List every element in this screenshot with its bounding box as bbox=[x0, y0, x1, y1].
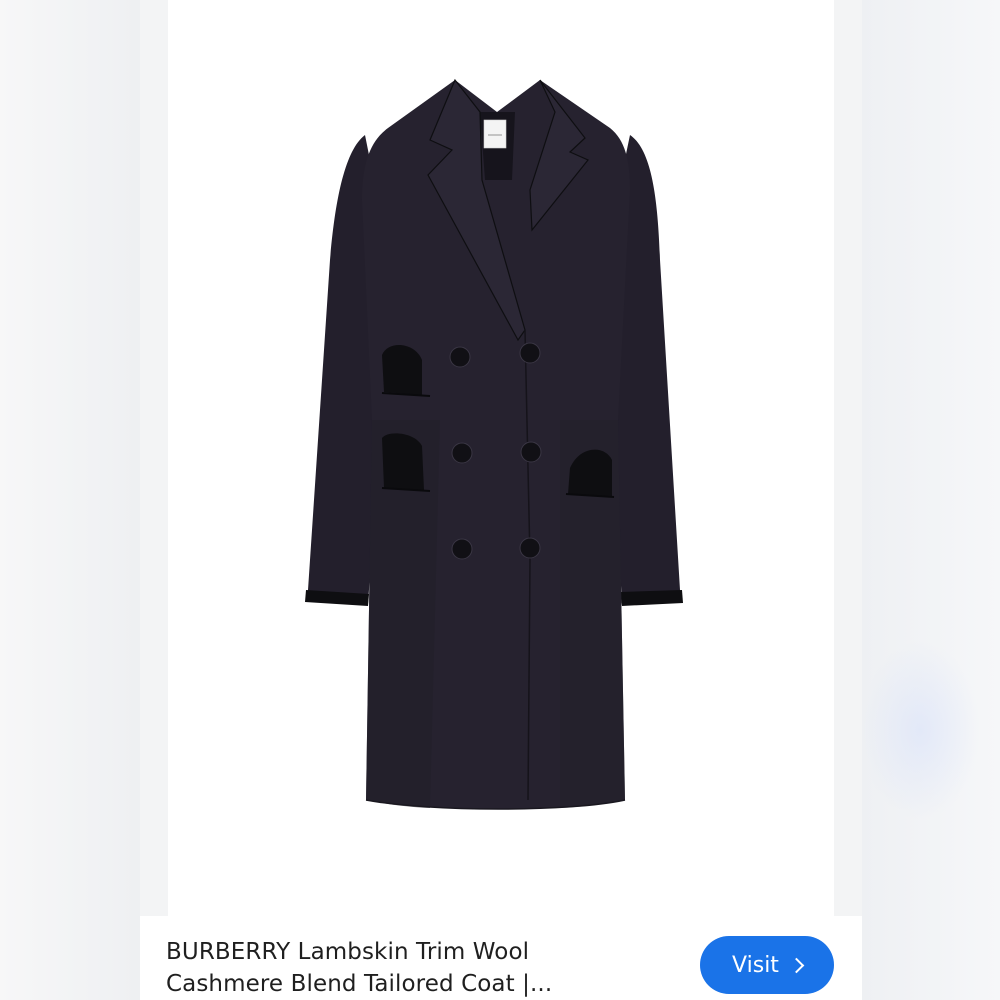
blurred-background-right bbox=[860, 0, 1000, 1000]
blurred-background-left bbox=[0, 0, 140, 1000]
product-title-line-1: BURBERRY Lambskin Trim Wool bbox=[166, 939, 530, 965]
visit-button-label: Visit bbox=[732, 952, 779, 978]
visit-button[interactable]: Visit bbox=[700, 936, 834, 994]
product-caption: BURBERRY Lambskin Trim Wool Cashmere Ble… bbox=[140, 916, 862, 1000]
coat-image bbox=[305, 78, 683, 810]
product-title-line-2: Cashmere Blend Tailored Coat |... bbox=[166, 971, 553, 997]
product-card[interactable]: BURBERRY Lambskin Trim Wool Cashmere Ble… bbox=[140, 0, 862, 1000]
chevron-right-icon bbox=[788, 957, 805, 973]
product-image[interactable] bbox=[140, 0, 862, 916]
page: BURBERRY Lambskin Trim Wool Cashmere Ble… bbox=[0, 0, 1000, 1000]
product-title[interactable]: BURBERRY Lambskin Trim Wool Cashmere Ble… bbox=[166, 936, 686, 1000]
